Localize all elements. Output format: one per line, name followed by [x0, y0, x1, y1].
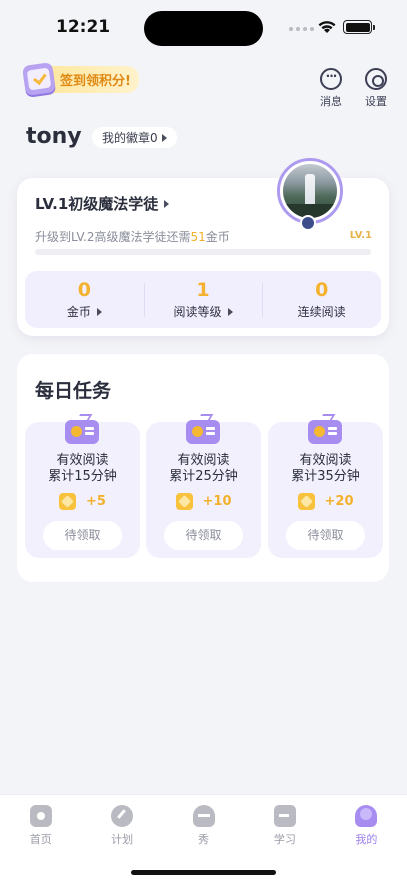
task-name: 有效阅读 累计35分钟 [268, 453, 383, 485]
task-name-line1: 有效阅读 [56, 453, 109, 468]
stat-coins[interactable]: 0 金币 [25, 271, 144, 328]
messages-label: 消息 [320, 95, 342, 108]
home-icon [29, 805, 52, 827]
stat-reading-level-value: 1 [196, 279, 210, 301]
level-tag: LV.1 [349, 230, 372, 241]
profile-icon [355, 805, 378, 827]
level-progress-bar [35, 249, 371, 255]
tab-mine[interactable]: 我的 [326, 795, 407, 883]
reward-value: +5 [86, 494, 106, 509]
claim-button[interactable]: 待领取 [286, 521, 365, 550]
plan-icon [111, 805, 134, 827]
avatar-image [283, 164, 337, 218]
status-bar: 12:21 [0, 0, 407, 56]
tab-show-label: 秀 [198, 833, 210, 846]
study-icon [273, 805, 296, 827]
chevron-right-icon [164, 199, 170, 208]
claim-button[interactable]: 待领取 [164, 521, 243, 550]
my-badges-label: 我的徽章0 [102, 131, 158, 145]
stat-reading-level-label: 阅读等级 [173, 305, 222, 319]
task-card: 有效阅读 累计25分钟 +10 待领取 [146, 414, 261, 558]
task-name-line2: 累计35分钟 [291, 469, 360, 484]
level-title: LV.1初级魔法学徒 [35, 195, 159, 213]
level-card: LV.1初级魔法学徒 升级到LV.2高级魔法学徒还需51金币 LV.1 0 金币… [17, 158, 389, 336]
claim-button[interactable]: 待领取 [43, 521, 122, 550]
daily-tasks-title: 每日任务 [35, 380, 112, 402]
tab-plan-label: 计划 [111, 833, 134, 846]
avatar-level-badge-icon [300, 215, 316, 231]
coin-icon [59, 493, 77, 510]
radio-icon [308, 414, 342, 444]
chat-bubble-icon [320, 68, 342, 90]
task-name: 有效阅读 累计15分钟 [25, 453, 140, 485]
checkin-label: 签到领积分! [46, 65, 139, 93]
reward-value: +10 [202, 494, 232, 509]
task-name-line1: 有效阅读 [177, 453, 230, 468]
show-icon [192, 805, 215, 827]
chevron-right-icon [161, 133, 167, 142]
upgrade-hint-prefix: 升级到LV.2高级魔法学徒还需 [35, 230, 191, 244]
stat-streak-label: 连续阅读 [297, 305, 346, 319]
avatar[interactable] [277, 158, 343, 224]
home-indicator [131, 870, 276, 875]
task-name-line2: 累计15分钟 [48, 469, 117, 484]
tab-home-label: 首页 [29, 833, 52, 846]
dynamic-island [144, 11, 263, 46]
username: tony [26, 124, 82, 149]
signal-dots-icon [289, 27, 314, 31]
coin-icon [297, 493, 315, 510]
reward-value: +20 [324, 494, 354, 509]
radio-icon [65, 414, 99, 444]
status-time: 12:21 [56, 17, 111, 37]
tab-mine-label: 我的 [355, 833, 378, 846]
task-name: 有效阅读 累计25分钟 [146, 453, 261, 485]
stats-panel: 0 金币 1 阅读等级 0 连续阅读 [25, 271, 381, 328]
wifi-icon [318, 21, 336, 33]
tab-home[interactable]: 首页 [0, 795, 81, 883]
daily-tasks-card: 每日任务 有效阅读 累计15分钟 +5 待领取 有效阅读 累计25分钟 +10 … [17, 354, 389, 582]
task-reward: +20 [268, 493, 383, 510]
task-card: 有效阅读 累计15分钟 +5 待领取 [25, 414, 140, 558]
settings-button[interactable]: 设置 [358, 68, 394, 109]
coin-icon [175, 493, 193, 510]
stat-reading-level[interactable]: 1 阅读等级 [143, 271, 263, 328]
upgrade-hint-suffix: 金币 [205, 230, 230, 244]
tab-study-label: 学习 [273, 833, 296, 846]
upgrade-coins: 51 [190, 230, 206, 244]
task-reward: +5 [25, 493, 140, 510]
checkin-button[interactable]: 签到领积分! [22, 62, 139, 96]
task-name-line1: 有效阅读 [299, 453, 352, 468]
task-card: 有效阅读 累计35分钟 +20 待领取 [268, 414, 383, 558]
gear-icon [365, 68, 387, 90]
task-reward: +10 [146, 493, 261, 510]
level-title-button[interactable]: LV.1初级魔法学徒 [35, 193, 170, 214]
battery-icon [343, 20, 375, 34]
settings-label: 设置 [365, 95, 387, 108]
upgrade-hint: 升级到LV.2高级魔法学徒还需51金币 [35, 228, 230, 245]
messages-button[interactable]: 消息 [313, 68, 349, 109]
stat-coins-label: 金币 [66, 305, 91, 319]
chevron-right-icon [96, 307, 102, 316]
stat-streak[interactable]: 0 连续阅读 [262, 271, 381, 328]
task-name-line2: 累计25分钟 [169, 469, 238, 484]
chevron-right-icon [227, 307, 233, 316]
calendar-check-icon [22, 62, 56, 96]
stat-coins-value: 0 [77, 279, 91, 301]
stat-streak-value: 0 [315, 279, 329, 301]
my-badges-button[interactable]: 我的徽章0 [92, 127, 177, 148]
radio-icon [186, 414, 220, 444]
